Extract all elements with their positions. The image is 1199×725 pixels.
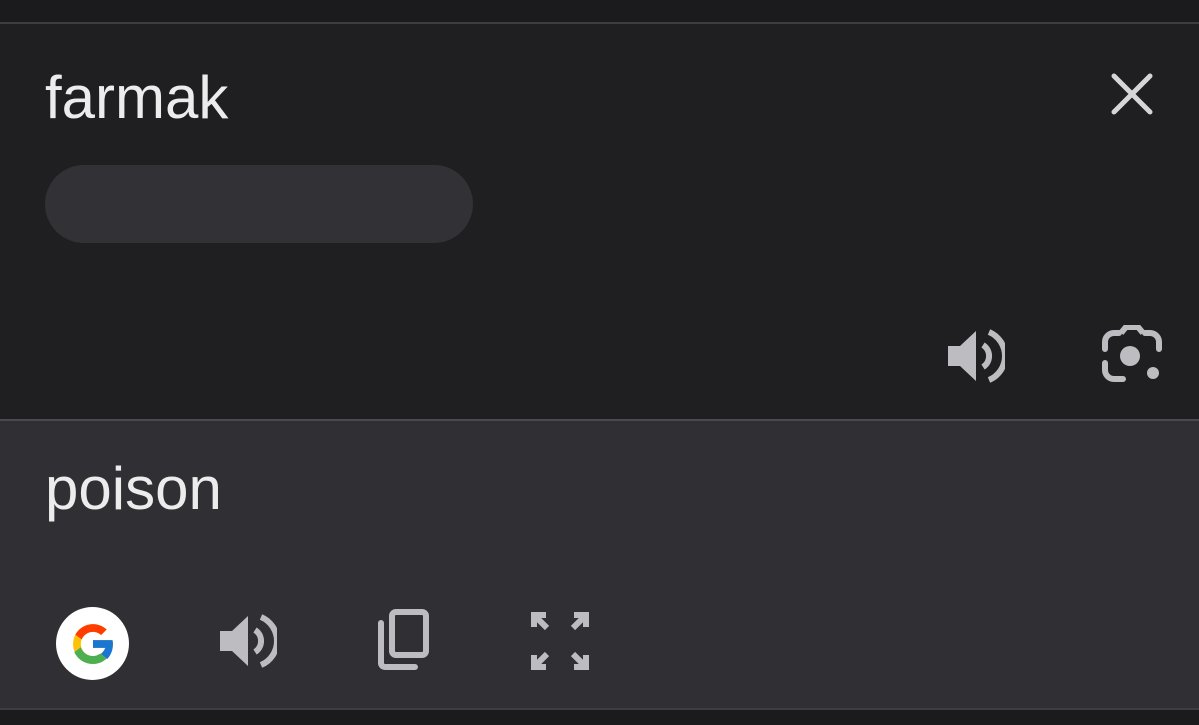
translation-text[interactable]: poison — [45, 453, 222, 525]
source-listen-button[interactable] — [942, 324, 1008, 388]
speaker-icon — [948, 329, 1005, 383]
close-icon — [1111, 73, 1153, 115]
top-edge-divider — [0, 0, 1199, 24]
translation-listen-button[interactable] — [214, 609, 280, 673]
copy-button[interactable] — [370, 607, 434, 673]
source-panel: farmak — [0, 24, 1199, 419]
google-logo-icon — [72, 623, 114, 664]
transliteration-placeholder — [45, 165, 473, 243]
camera-lens-button[interactable] — [1098, 322, 1166, 390]
camera-lens-icon — [1102, 325, 1162, 382]
source-text[interactable]: farmak — [45, 62, 228, 134]
speaker-icon — [220, 614, 277, 668]
translation-panel: poison — [0, 421, 1199, 708]
close-button[interactable] — [1104, 66, 1160, 122]
bottom-edge-divider — [0, 708, 1199, 725]
fullscreen-icon — [531, 612, 589, 670]
copy-icon — [378, 609, 429, 670]
fullscreen-button[interactable] — [526, 607, 594, 675]
google-logo-button[interactable] — [56, 607, 129, 680]
